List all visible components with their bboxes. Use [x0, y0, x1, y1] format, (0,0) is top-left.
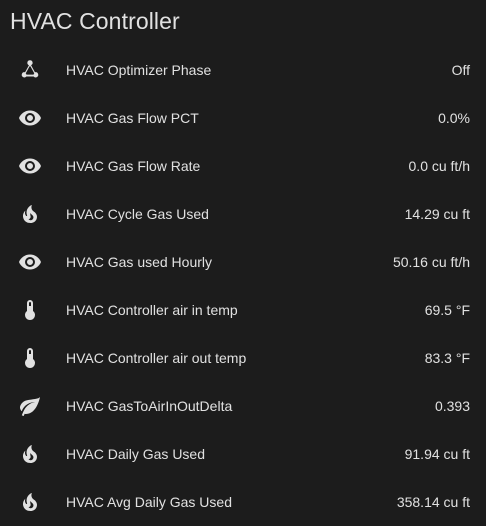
fire-icon	[18, 202, 42, 226]
entity-value: 0.393	[434, 398, 470, 414]
entity-value: 91.94 cu ft	[404, 446, 470, 462]
entity-row-daily-gas-used[interactable]: HVAC Daily Gas Used 91.94 cu ft	[0, 430, 486, 478]
thermometer-icon	[18, 346, 42, 370]
entity-label: HVAC Controller air in temp	[66, 302, 238, 318]
fire-icon	[18, 490, 42, 514]
entity-row-air-out-temp[interactable]: HVAC Controller air out temp 83.3 °F	[0, 334, 486, 382]
leaf-icon	[18, 394, 42, 418]
entity-value: 69.5 °F	[424, 302, 470, 318]
entity-value: 83.3 °F	[424, 350, 470, 366]
entity-value: 14.29 cu ft	[404, 206, 470, 222]
entity-label: HVAC Gas Flow PCT	[66, 110, 199, 126]
entity-label: HVAC Gas Flow Rate	[66, 158, 201, 174]
entity-label: HVAC Cycle Gas Used	[66, 206, 209, 222]
entity-value: 358.14 cu ft	[396, 494, 470, 510]
entity-row-air-in-temp[interactable]: HVAC Controller air in temp 69.5 °F	[0, 286, 486, 334]
entity-label: HVAC Avg Daily Gas Used	[66, 494, 232, 510]
entity-row-optimizer-phase[interactable]: HVAC Optimizer Phase Off	[0, 46, 486, 94]
graph-network-icon	[18, 58, 42, 82]
entity-row-gas-flow-rate[interactable]: HVAC Gas Flow Rate 0.0 cu ft/h	[0, 142, 486, 190]
entity-row-gas-used-hourly[interactable]: HVAC Gas used Hourly 50.16 cu ft/h	[0, 238, 486, 286]
entity-row-cycle-gas-used[interactable]: HVAC Cycle Gas Used 14.29 cu ft	[0, 190, 486, 238]
entity-value: 0.0 cu ft/h	[408, 158, 470, 174]
card-title: HVAC Controller	[10, 8, 180, 34]
entities-card: HVAC Controller HVAC Optimizer Phase Off…	[0, 0, 486, 526]
entity-row-avg-daily-gas-used[interactable]: HVAC Avg Daily Gas Used 358.14 cu ft	[0, 478, 486, 526]
thermometer-icon	[18, 298, 42, 322]
entity-label: HVAC Gas used Hourly	[66, 254, 213, 270]
entity-value: 0.0%	[438, 110, 470, 126]
entity-label: HVAC GasToAirInOutDelta	[66, 398, 233, 414]
entity-list: HVAC Optimizer Phase Off HVAC Gas Flow P…	[0, 46, 486, 526]
entity-label: HVAC Controller air out temp	[66, 350, 247, 366]
eye-icon	[18, 250, 42, 274]
entity-label: HVAC Daily Gas Used	[66, 446, 206, 462]
entity-value: Off	[451, 62, 470, 78]
entity-label: HVAC Optimizer Phase	[66, 62, 212, 78]
entity-row-gas-flow-pct[interactable]: HVAC Gas Flow PCT 0.0%	[0, 94, 486, 142]
fire-icon	[18, 442, 42, 466]
entity-value: 50.16 cu ft/h	[392, 254, 470, 270]
entity-row-gas-to-air-delta[interactable]: HVAC GasToAirInOutDelta 0.393	[0, 382, 486, 430]
eye-icon	[18, 154, 42, 178]
eye-icon	[18, 106, 42, 130]
